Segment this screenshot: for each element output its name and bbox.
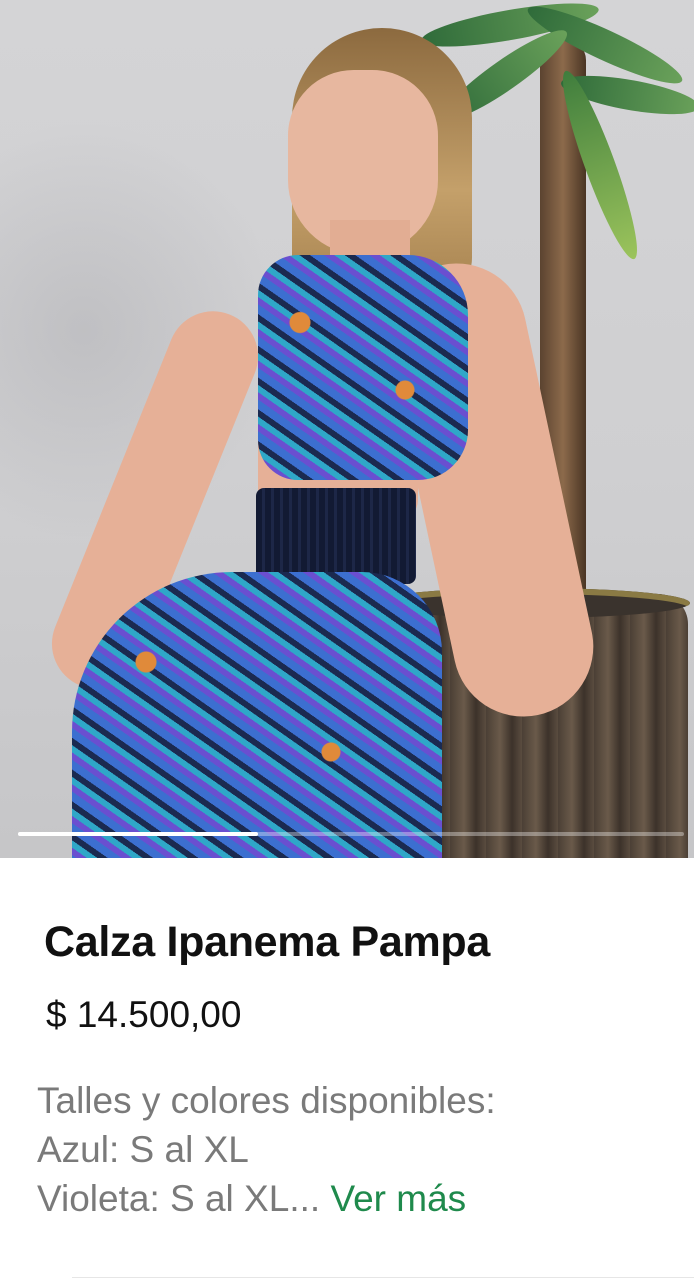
sports-top: [258, 255, 468, 480]
description-line-text: Violeta: S al XL...: [37, 1178, 321, 1219]
description-line: Talles y colores disponibles:: [37, 1080, 496, 1121]
product-price: $ 14.500,00: [46, 994, 242, 1035]
description-line: Violeta: S al XL... Ver más: [37, 1174, 677, 1223]
product-description: Talles y colores disponibles: Azul: S al…: [37, 1076, 677, 1223]
product-image-carousel[interactable]: [0, 0, 694, 858]
product-title: Calza Ipanema Pampa: [44, 918, 490, 966]
leggings: [72, 572, 442, 858]
carousel-progress-indicator: [18, 832, 258, 836]
leggings-waistband: [256, 488, 416, 584]
see-more-link[interactable]: Ver más: [330, 1178, 466, 1219]
divider: [72, 1277, 694, 1278]
description-line: Azul: S al XL: [37, 1129, 249, 1170]
